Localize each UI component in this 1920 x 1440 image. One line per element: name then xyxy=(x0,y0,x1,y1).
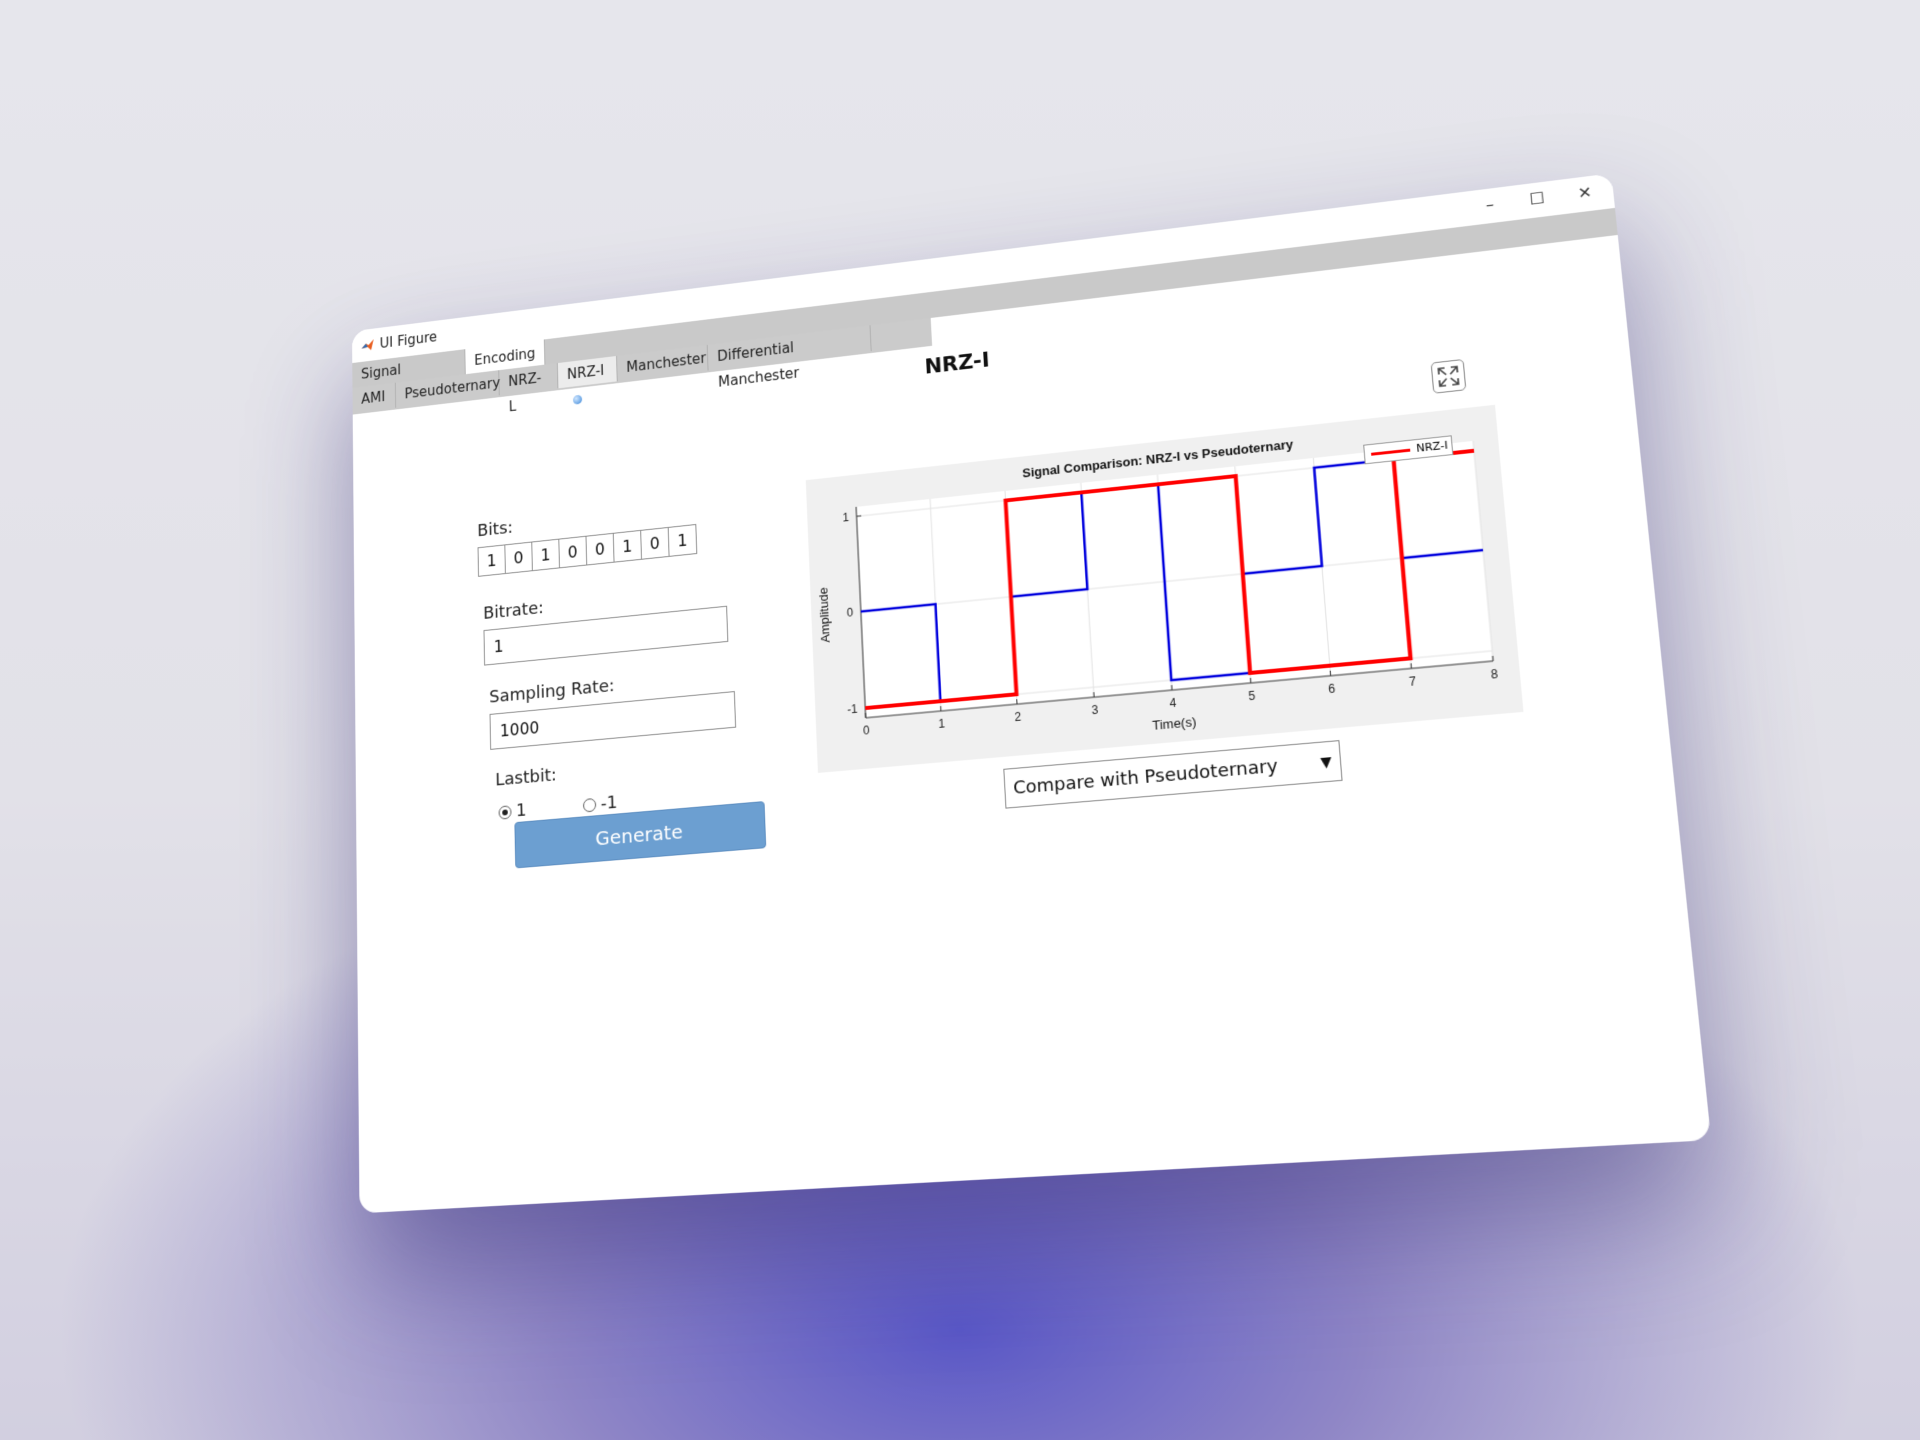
bit-cell[interactable]: 1 xyxy=(667,523,698,557)
maximize-button[interactable]: ☐ xyxy=(1512,182,1562,217)
bit-cell[interactable]: 1 xyxy=(612,529,642,563)
dropdown-arrow-icon: ▼ xyxy=(1319,754,1333,772)
lastbit-option-neg1[interactable]: -1 xyxy=(582,792,618,815)
bits-label: Bits: xyxy=(477,517,514,541)
app-window: UI Figure – ☐ ✕ Signal Conversion Encodi… xyxy=(351,173,1712,1214)
expand-arrows-icon xyxy=(1432,360,1466,393)
close-button[interactable]: ✕ xyxy=(1560,176,1611,211)
legend-label: NRZ-I xyxy=(1415,438,1449,455)
x-tick-label: 3 xyxy=(1091,704,1099,718)
y-tick-label: 1 xyxy=(842,511,849,524)
tab-label: Manchester xyxy=(626,349,707,376)
y-tick-label: -1 xyxy=(847,703,858,717)
x-tick-label: 5 xyxy=(1248,689,1256,703)
expand-icon[interactable] xyxy=(1430,358,1467,394)
matlab-logo-icon xyxy=(361,339,374,352)
x-tick-label: 1 xyxy=(938,717,945,731)
tab-label: NRZ-I xyxy=(566,362,605,383)
desktop-background: UI Figure – ☐ ✕ Signal Conversion Encodi… xyxy=(0,0,1920,1440)
x-tick-label: 2 xyxy=(1014,711,1021,725)
bit-cell[interactable]: 0 xyxy=(504,541,533,575)
y-tick-mark xyxy=(857,516,862,517)
y-tick-label: 0 xyxy=(847,606,854,619)
x-tick-label: 4 xyxy=(1169,697,1177,711)
radio-unselected-icon xyxy=(582,797,597,813)
bitrate-label: Bitrate: xyxy=(483,597,544,624)
bit-cell[interactable]: 0 xyxy=(558,535,588,569)
tab-label: Encoding xyxy=(474,345,536,369)
sampling-rate-label: Sampling Rate: xyxy=(489,675,615,708)
lastbit-label: Lastbit: xyxy=(495,764,557,791)
bit-cell[interactable]: 1 xyxy=(477,544,506,577)
x-tick-label: 7 xyxy=(1408,675,1416,689)
x-tick-label: 0 xyxy=(863,724,870,738)
bit-cell[interactable]: 1 xyxy=(531,538,560,572)
radio-label: -1 xyxy=(600,792,618,814)
bit-cell[interactable]: 0 xyxy=(640,526,670,560)
signal-chart: Signal Comparison: NRZ-I vs Pseudoternar… xyxy=(805,404,1524,773)
generate-button[interactable]: Generate xyxy=(514,801,767,869)
minimize-button[interactable]: – xyxy=(1465,188,1515,222)
radio-selected-icon xyxy=(498,805,512,820)
lastbit-option-1[interactable]: 1 xyxy=(498,800,527,822)
plot-panel: Signal Comparison: NRZ-I vs Pseudoternar… xyxy=(805,404,1524,773)
dropdown-value: Compare with Pseudoternary xyxy=(1012,755,1279,799)
bit-cell[interactable]: 0 xyxy=(585,532,615,566)
window-title: UI Figure xyxy=(379,328,438,352)
tab-ami[interactable]: AMI xyxy=(352,382,397,413)
y-axis-label: Amplitude xyxy=(816,587,833,644)
radio-label: 1 xyxy=(515,800,527,822)
tab-label: AMI xyxy=(361,388,386,408)
legend-swatch xyxy=(1371,448,1411,456)
